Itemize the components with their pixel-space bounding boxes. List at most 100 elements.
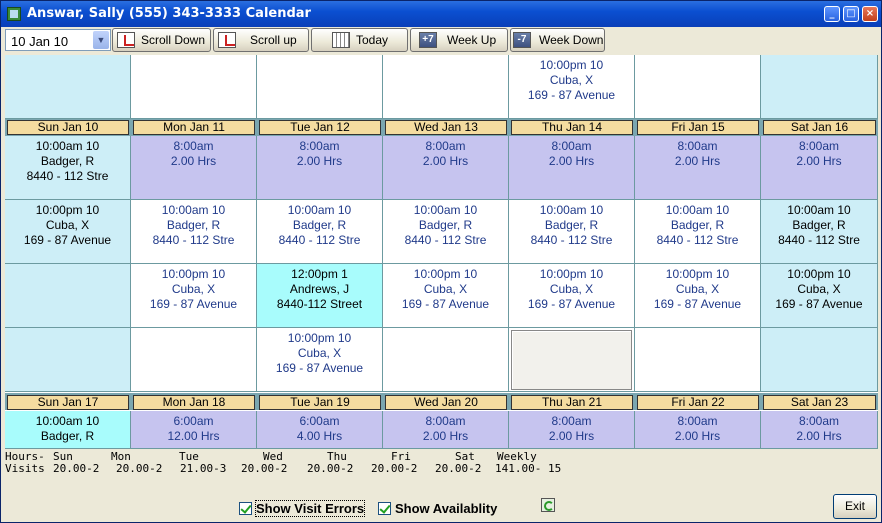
day-cell[interactable]	[5, 55, 131, 119]
appointment-line: Badger, R	[792, 218, 846, 232]
day-header[interactable]: Mon Jan 18	[133, 395, 255, 410]
day-cell[interactable]: 10:00am 10 Badger, R 8440 - 112 Stre	[5, 136, 131, 200]
day-cell[interactable]	[131, 328, 257, 392]
day-cell[interactable]: 8:00am 2.00 Hrs	[761, 136, 878, 200]
appointment-line: 10:00pm 10	[539, 58, 604, 72]
day-cell[interactable]	[257, 55, 383, 119]
maximize-button[interactable]: □	[843, 6, 859, 22]
day-cell[interactable]: 8:00am 2.00 Hrs	[635, 411, 761, 449]
appointment-line: 10:00pm 10	[665, 267, 730, 281]
title-bar[interactable]: Answar, Sally (555) 343-3333 Calendar _ …	[1, 1, 881, 27]
appointment-line: 169 - 87 Avenue	[527, 297, 616, 311]
day-cell[interactable]: 10:00am 10 Badger, R 8440 - 112 Stre	[635, 200, 761, 264]
summary-value: 20.00-2	[241, 462, 288, 475]
day-header[interactable]: Sat Jan 23	[763, 395, 876, 410]
week-down-button[interactable]: -7 Week Down	[510, 28, 605, 52]
appointment-line: 8:00am	[551, 414, 592, 428]
day-header[interactable]: Sun Jan 17	[7, 395, 129, 410]
day-header[interactable]: Tue Jan 12	[259, 120, 381, 135]
show-availability-label[interactable]: Show Availablity	[395, 501, 497, 516]
day-cell[interactable]: 10:00am 10 Badger, R 8440 - 112 Stre	[131, 200, 257, 264]
date-select[interactable]: 10 Jan 10 ▼	[5, 29, 111, 51]
day-cell[interactable]	[383, 55, 509, 119]
day-cell[interactable]: 10:00am 10 Badger, R	[5, 411, 131, 449]
day-cell[interactable]: 10:00pm 10 Cuba, X 169 - 87 Avenue	[383, 264, 509, 328]
day-header[interactable]: Tue Jan 19	[259, 395, 381, 410]
today-label: Today	[356, 33, 389, 47]
day-header[interactable]: Sun Jan 10	[7, 120, 129, 135]
day-cell[interactable]: 10:00am 10 Badger, R 8440 - 112 Stre	[383, 200, 509, 264]
day-cell[interactable]: 10:00pm 10 Cuba, X 169 - 87 Avenue	[635, 264, 761, 328]
week-up-label: Week Up	[447, 33, 497, 47]
appointment-line: Cuba, X	[549, 282, 594, 296]
appointment-line: 8440 - 112 Stre	[278, 233, 361, 247]
day-cell[interactable]	[761, 328, 878, 392]
day-cell[interactable]: 10:00pm 10 Cuba, X 169 - 87 Avenue	[761, 264, 878, 328]
appointment-line: 8:00am	[425, 139, 466, 153]
appointment-line: 2.00 Hrs	[548, 429, 595, 443]
day-cell[interactable]: 6:00am 4.00 Hrs	[257, 411, 383, 449]
appointment-line: 4.00 Hrs	[296, 429, 343, 443]
today-button[interactable]: Today	[311, 28, 408, 52]
show-availability-checkbox[interactable]: Show Availablity	[378, 501, 506, 517]
appointment-line: Cuba, X	[797, 282, 841, 296]
selected-empty-cell[interactable]	[511, 330, 632, 390]
day-cell[interactable]: 8:00am 2.00 Hrs	[761, 411, 878, 449]
day-header[interactable]: Thu Jan 21	[511, 395, 633, 410]
day-cell[interactable]	[761, 55, 878, 119]
day-cell[interactable]: 8:00am 2.00 Hrs	[509, 411, 635, 449]
day-header[interactable]: Thu Jan 14	[511, 120, 633, 135]
calendar-window: Answar, Sally (555) 343-3333 Calendar _ …	[0, 0, 882, 523]
day-cell[interactable]: 10:00am 10 Badger, R 8440 - 112 Stre	[257, 200, 383, 264]
day-cell[interactable]	[5, 328, 131, 392]
day-cell[interactable]: 8:00am 2.00 Hrs	[257, 136, 383, 200]
day-header[interactable]: Fri Jan 15	[637, 120, 759, 135]
day-header[interactable]: Wed Jan 13	[385, 120, 507, 135]
calendar-icon	[332, 32, 350, 48]
day-cell[interactable]: 10:00pm 10 Cuba, X 169 - 87 Avenue	[257, 328, 383, 392]
show-visit-errors-label[interactable]: Show Visit Errors	[254, 500, 366, 517]
scroll-down-button[interactable]: Scroll Down	[112, 28, 211, 52]
day-cell[interactable]	[635, 55, 761, 119]
day-cell[interactable]: 8:00am 2.00 Hrs	[131, 136, 257, 200]
appointment-line: 10:00am 10	[787, 203, 851, 217]
day-cell[interactable]: 8:00am 2.00 Hrs	[635, 136, 761, 200]
day-cell[interactable]: 12:00pm 1 Andrews, J 8440-112 Street	[257, 264, 383, 328]
week-up-button[interactable]: +7 Week Up	[410, 28, 508, 52]
show-visit-errors-checkbox[interactable]: Show Visit Errors	[239, 500, 367, 517]
checkbox-checked-icon[interactable]	[378, 502, 391, 515]
day-cell[interactable]: 10:00am 10 Badger, R 8440 - 112 Stre	[761, 200, 878, 264]
summary-value: 141.00- 15	[495, 462, 562, 475]
day-cell[interactable]: 8:00am 2.00 Hrs	[509, 136, 635, 200]
scroll-up-label: Scroll up	[250, 33, 297, 47]
refresh-icon[interactable]	[541, 498, 555, 512]
day-cell[interactable]	[635, 328, 761, 392]
exit-button[interactable]: Exit	[833, 494, 877, 519]
appointment-line: 169 - 87 Avenue	[275, 361, 364, 375]
day-cell[interactable]: 8:00am 2.00 Hrs	[383, 411, 509, 449]
appointment-line: Badger, R	[40, 429, 95, 443]
day-header[interactable]: Mon Jan 11	[133, 120, 255, 135]
appointment-line: 8:00am	[798, 414, 840, 428]
day-cell[interactable]: 6:00am 12.00 Hrs	[131, 411, 257, 449]
minimize-button[interactable]: _	[824, 6, 840, 22]
checkbox-checked-icon[interactable]	[239, 502, 252, 515]
chevron-down-icon[interactable]: ▼	[93, 31, 109, 49]
day-header[interactable]: Fri Jan 22	[637, 395, 759, 410]
day-cell[interactable]: 10:00am 10 Badger, R 8440 - 112 Stre	[509, 200, 635, 264]
day-cell[interactable]	[131, 55, 257, 119]
day-cell[interactable]: 10:00pm 10 Cuba, X 169 - 87 Avenue	[509, 264, 635, 328]
day-cell[interactable]	[383, 328, 509, 392]
day-cell[interactable]: 10:00pm 10 Cuba, X 169 - 87 Avenue	[131, 264, 257, 328]
day-cell[interactable]: 10:00pm 10 Cuba, X 169 - 87 Avenue	[5, 200, 131, 264]
close-button[interactable]: ×	[862, 6, 878, 22]
scroll-up-button[interactable]: Scroll up	[213, 28, 309, 52]
appointment-line: Badger, R	[292, 218, 347, 232]
day-cell[interactable]: 8:00am 2.00 Hrs	[383, 136, 509, 200]
day-cell[interactable]	[5, 264, 131, 328]
day-cell[interactable]: 10:00pm 10 Cuba, X 169 - 87 Avenue	[509, 55, 635, 119]
appointment-line: 2.00 Hrs	[422, 429, 469, 443]
day-header[interactable]: Wed Jan 20	[385, 395, 507, 410]
appointment-line: Badger, R	[418, 218, 473, 232]
day-header[interactable]: Sat Jan 16	[763, 120, 876, 135]
